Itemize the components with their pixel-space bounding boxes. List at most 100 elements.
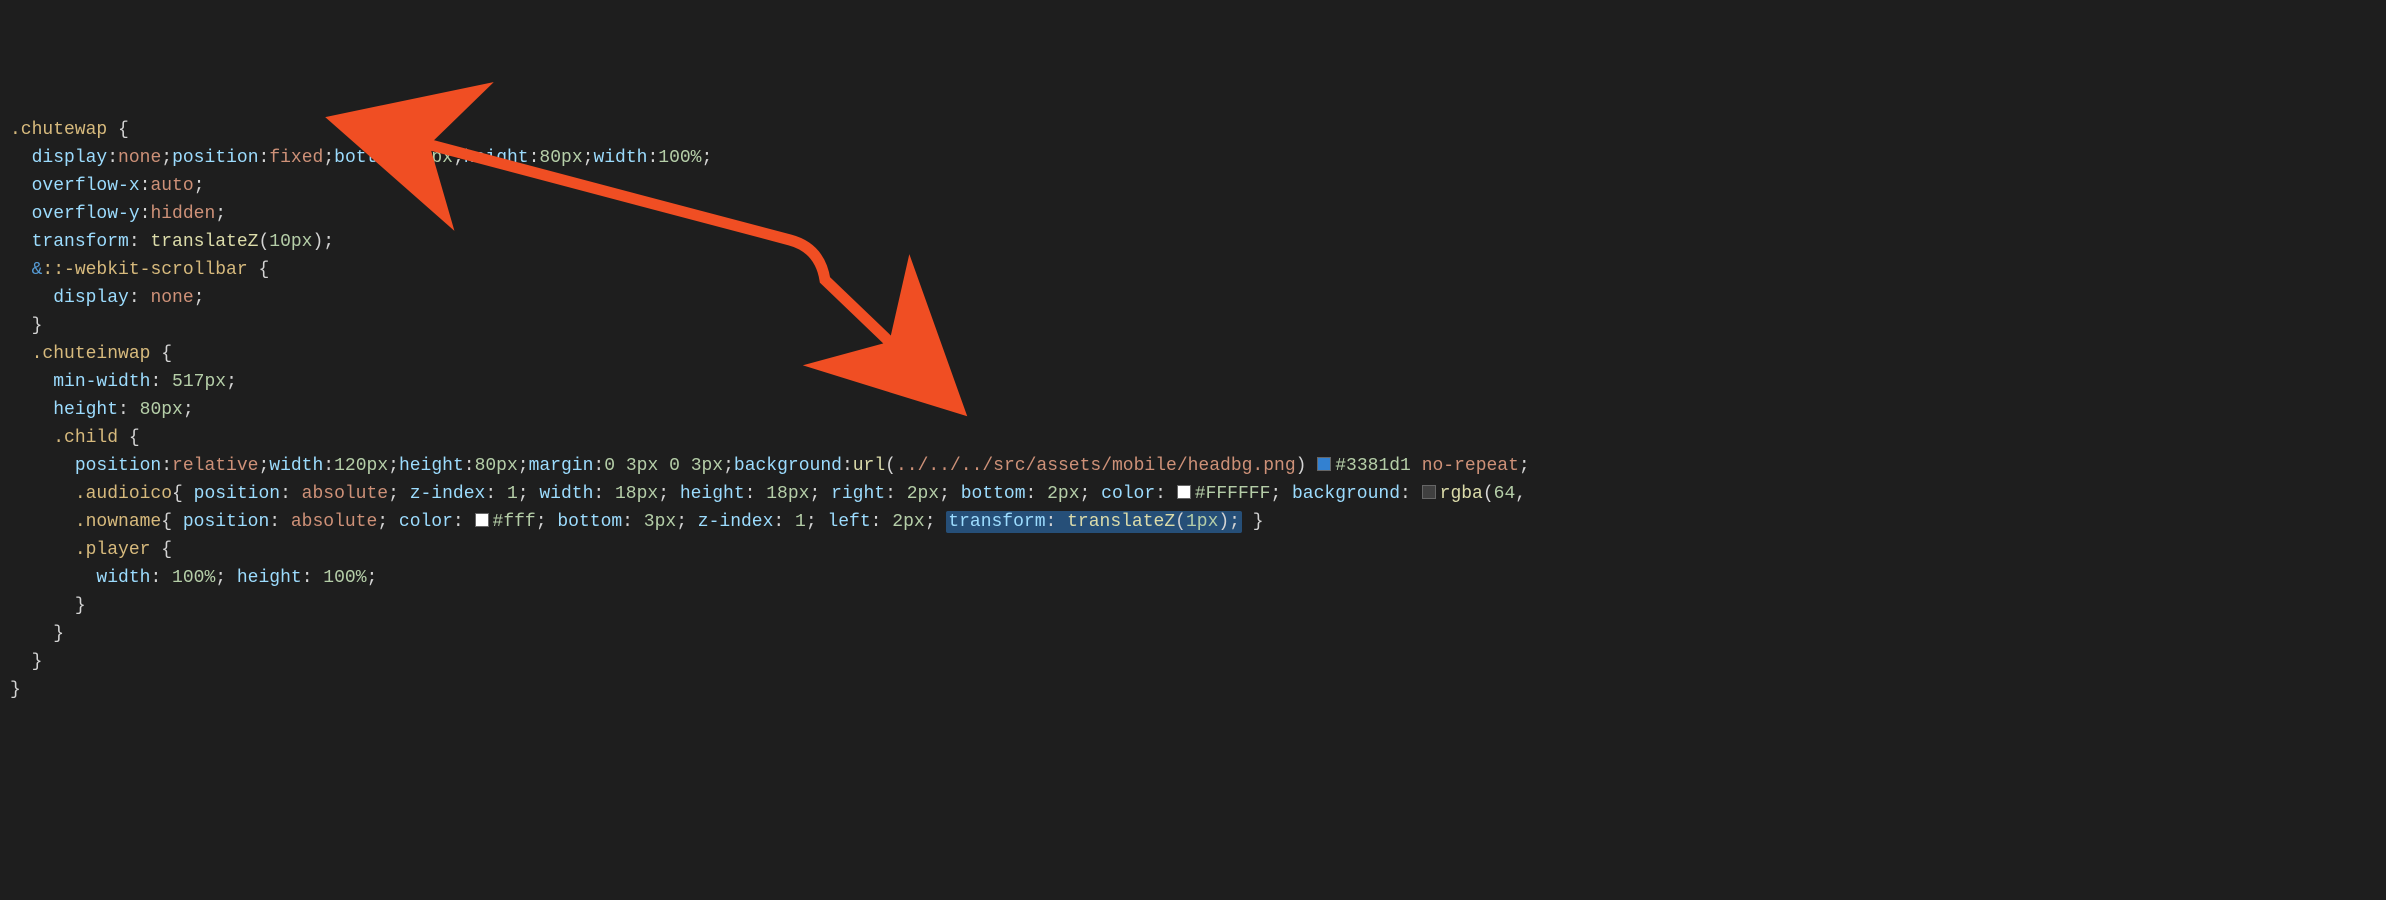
token-prop: position <box>183 512 269 532</box>
code-line[interactable]: } <box>10 648 2386 676</box>
token-punct: { <box>172 484 194 504</box>
token-punct: ; <box>723 456 734 476</box>
code-line[interactable]: overflow-x:auto; <box>10 172 2386 200</box>
token-selector: .nowname <box>75 512 161 532</box>
color-swatch <box>475 513 489 527</box>
token-value-num: 0 <box>604 456 615 476</box>
code-line[interactable]: position:relative;width:120px;height:80p… <box>10 452 2386 480</box>
token-punct: ; <box>226 372 237 392</box>
token-punct: ; <box>367 568 378 588</box>
token-prop: bottom <box>557 512 622 532</box>
token-punct: ( <box>1175 512 1186 532</box>
token-value-kw: absolute <box>291 512 377 532</box>
token-punct: ; <box>1519 456 1530 476</box>
code-line[interactable]: .audioico{ position: absolute; z-index: … <box>10 480 2386 508</box>
code-line[interactable]: .player { <box>10 536 2386 564</box>
token-punct: ( <box>258 232 269 252</box>
token-punct <box>615 456 626 476</box>
token-punct: ; <box>939 484 961 504</box>
code-line[interactable]: overflow-y:hidden; <box>10 200 2386 228</box>
token-punct: : <box>259 148 270 168</box>
token-prop: width <box>593 148 647 168</box>
token-value-num: 2px <box>892 512 924 532</box>
token-prop: background <box>734 456 842 476</box>
token-value-fn: translateZ <box>150 232 258 252</box>
code-editor-content[interactable]: .chutewap { display:none;position:fixed;… <box>0 116 2386 704</box>
token-punct: : <box>150 372 172 392</box>
token-punct: } <box>75 596 86 616</box>
code-line[interactable]: .chutewap { <box>10 116 2386 144</box>
token-punct: : <box>118 400 140 420</box>
token-prop: width <box>269 456 323 476</box>
token-prop: position <box>75 456 161 476</box>
code-line[interactable]: } <box>10 620 2386 648</box>
token-value-fn: url <box>853 456 885 476</box>
token-punct: : <box>773 512 795 532</box>
token-value-str: ../../../src/assets/mobile/headbg.png <box>896 456 1296 476</box>
token-punct: { <box>118 428 140 448</box>
token-value-num: 100% <box>658 148 701 168</box>
token-value-num: #fff <box>493 512 536 532</box>
token-value-kw: relative <box>172 456 258 476</box>
token-punct: : <box>1046 512 1068 532</box>
code-line[interactable]: display:none;position:fixed;bottom:88px;… <box>10 144 2386 172</box>
token-amp: & <box>32 260 43 280</box>
token-selector: .child <box>53 428 118 448</box>
code-line[interactable]: } <box>10 312 2386 340</box>
code-line[interactable]: width: 100%; height: 100%; <box>10 564 2386 592</box>
token-punct: : <box>529 148 540 168</box>
code-line[interactable]: .chuteinwap { <box>10 340 2386 368</box>
token-punct: ; <box>323 148 334 168</box>
token-value-num: 2px <box>907 484 939 504</box>
token-punct: : <box>399 148 410 168</box>
token-selector: .audioico <box>75 484 172 504</box>
token-punct: } <box>53 624 64 644</box>
code-line[interactable]: &::-webkit-scrollbar { <box>10 256 2386 284</box>
token-selector: ::-webkit-scrollbar <box>42 260 247 280</box>
token-prop: overflow-y <box>32 204 140 224</box>
token-value-kw: fixed <box>269 148 323 168</box>
token-punct: ); <box>313 232 335 252</box>
token-punct: : <box>745 484 767 504</box>
token-punct: : <box>593 484 615 504</box>
token-value-kw: hidden <box>150 204 215 224</box>
token-punct: } <box>32 316 43 336</box>
token-selector: .chuteinwap <box>32 344 151 364</box>
token-value-num: 1 <box>507 484 518 504</box>
token-punct <box>658 456 669 476</box>
token-punct: ( <box>1483 484 1494 504</box>
token-value-num: 88px <box>410 148 453 168</box>
code-line[interactable]: min-width: 517px; <box>10 368 2386 396</box>
token-punct: ) <box>1296 456 1318 476</box>
code-line[interactable]: .nowname{ position: absolute; color: #ff… <box>10 508 2386 536</box>
token-punct: ; <box>676 512 698 532</box>
token-prop: height <box>53 400 118 420</box>
token-prop: position <box>172 148 258 168</box>
token-punct: : <box>140 176 151 196</box>
token-punct: : <box>129 232 151 252</box>
token-punct: : <box>647 148 658 168</box>
token-value-num: #3381d1 <box>1335 456 1411 476</box>
token-value-kw: none <box>118 148 161 168</box>
selection-highlight: transform: translateZ(1px); <box>946 511 1242 533</box>
token-punct: ; <box>183 400 194 420</box>
token-punct: ; <box>388 456 399 476</box>
token-punct: ; <box>583 148 594 168</box>
token-value-num: 100% <box>323 568 366 588</box>
code-line[interactable]: transform: translateZ(10px); <box>10 228 2386 256</box>
token-punct: ; <box>194 288 205 308</box>
token-prop: margin <box>529 456 594 476</box>
code-line[interactable]: } <box>10 592 2386 620</box>
token-value-kw: absolute <box>302 484 388 504</box>
token-value-num: 1 <box>795 512 806 532</box>
token-value-num: 0 <box>669 456 680 476</box>
token-value-num: 3px <box>691 456 723 476</box>
token-value-kw: auto <box>150 176 193 196</box>
code-line[interactable]: display: none; <box>10 284 2386 312</box>
code-line[interactable]: .child { <box>10 424 2386 452</box>
code-line[interactable]: } <box>10 676 2386 704</box>
token-punct: ; <box>925 512 947 532</box>
token-punct: : <box>269 512 291 532</box>
code-line[interactable]: height: 80px; <box>10 396 2386 424</box>
token-value-num: 517px <box>172 372 226 392</box>
